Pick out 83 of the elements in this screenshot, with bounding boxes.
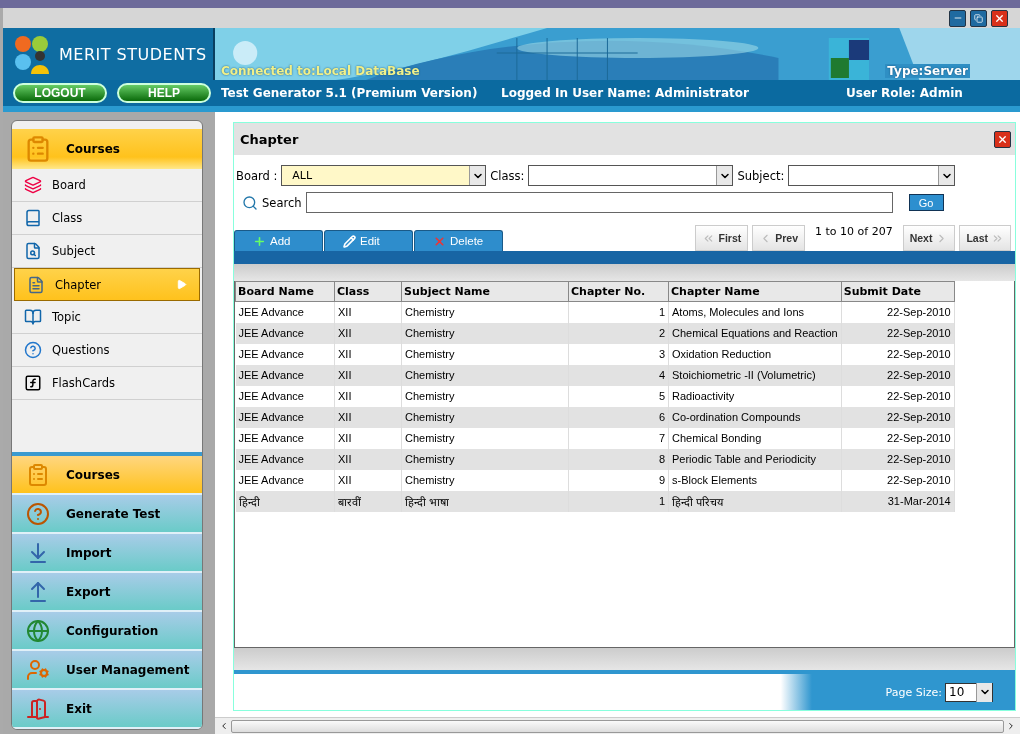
server-type: Type:Server — [885, 64, 970, 78]
sidebar-item[interactable]: Chapter — [14, 268, 200, 301]
category-button[interactable]: Export — [12, 573, 202, 612]
filter-label: Class: — [490, 168, 525, 183]
table-cell: JEE Advance — [235, 301, 335, 323]
panel-title: Chapter — [240, 131, 299, 147]
table-cell: JEE Advance — [235, 322, 335, 344]
layers-icon — [24, 176, 42, 194]
category-button[interactable]: Generate Test — [12, 495, 202, 534]
left-icon — [219, 721, 229, 731]
globe-icon — [26, 618, 50, 643]
table-cell: JEE Advance — [235, 469, 335, 491]
close-button[interactable] — [991, 9, 1008, 27]
sidebar-item[interactable]: Class — [12, 202, 202, 235]
page-range: 1 to 10 of 207 — [814, 225, 894, 238]
section-header: Courses — [12, 129, 202, 169]
category-button[interactable]: Exit — [12, 690, 202, 729]
cross-icon — [433, 234, 446, 248]
category-button[interactable]: Import — [12, 534, 202, 573]
first-button[interactable]: First — [695, 225, 749, 251]
right-icon — [1006, 721, 1016, 731]
action-tab[interactable]: Add — [234, 230, 323, 251]
table-cell: हिन्दी — [235, 490, 335, 512]
close-icon — [997, 133, 1008, 145]
prev-button[interactable]: Prev — [752, 225, 805, 251]
last-button[interactable]: Last — [959, 225, 1011, 251]
door-icon — [26, 696, 50, 721]
table-cell: JEE Advance — [235, 364, 335, 386]
table-cell: JEE Advance — [235, 343, 335, 365]
table-cell: JEE Advance — [235, 448, 335, 470]
go-button[interactable]: Go — [908, 194, 944, 211]
column-header[interactable]: Subject Name — [401, 281, 569, 302]
next-button[interactable]: Next — [902, 225, 956, 251]
category-button[interactable]: User Management — [12, 651, 202, 690]
play-icon — [176, 279, 187, 290]
column-header[interactable]: Submit Date — [841, 281, 955, 302]
horizontal-scrollbar[interactable] — [215, 717, 1020, 734]
filter-label: Board : — [236, 168, 278, 183]
brand-name: MERIT STUDENTS — [59, 44, 207, 64]
table-cell: JEE Advance — [235, 385, 335, 407]
book-icon — [24, 209, 42, 227]
function-icon — [24, 374, 42, 392]
sidebar-item[interactable]: Questions — [12, 334, 202, 367]
app-version: Test Generator 5.1 (Premium Version) — [221, 86, 479, 100]
column-header[interactable]: Chapter Name — [668, 281, 842, 302]
action-tab[interactable]: Delete — [414, 230, 503, 251]
filter-dropdown[interactable] — [788, 165, 956, 186]
table-cell: JEE Advance — [235, 406, 335, 428]
sidebar-item[interactable]: Board — [12, 169, 202, 202]
table-cell: JEE Advance — [235, 427, 335, 449]
minimize-button[interactable] — [949, 9, 966, 27]
page-size-dropdown[interactable]: 10 — [945, 682, 993, 702]
column-header[interactable]: Class — [334, 281, 402, 302]
category-button[interactable]: Courses — [12, 456, 202, 495]
question-icon — [26, 501, 50, 526]
close-button[interactable] — [994, 130, 1011, 148]
sidebar-item[interactable]: Topic — [12, 301, 202, 334]
column-header[interactable]: Board Name — [235, 281, 335, 302]
connection-status: Connected to:Local DataBase — [221, 64, 420, 78]
clipboard-icon — [26, 462, 50, 487]
column-header[interactable]: Chapter No. — [568, 281, 669, 302]
search-icon — [242, 194, 258, 211]
user-role: User Role: Admin — [846, 86, 964, 100]
user-icon — [26, 657, 50, 682]
sidebar-item[interactable]: FlashCards — [12, 367, 202, 400]
filter-dropdown[interactable] — [528, 165, 734, 186]
page-size-label: Page Size: — [885, 685, 942, 699]
search-field[interactable] — [305, 192, 893, 213]
file-icon — [27, 275, 45, 294]
search-label: Search — [262, 195, 302, 210]
question-icon — [24, 341, 42, 359]
close-icon — [994, 12, 1005, 24]
category-button[interactable]: Configuration — [12, 612, 202, 651]
open-book-icon — [24, 308, 42, 326]
file-search-icon — [24, 242, 42, 260]
restore-button[interactable] — [970, 9, 987, 27]
restore-icon — [974, 13, 983, 23]
logged-in-user: Logged In User Name: Administrator — [501, 86, 750, 100]
filter-dropdown[interactable]: ALL — [281, 165, 487, 186]
pencil-icon — [343, 234, 356, 248]
filter-label: Subject: — [737, 168, 785, 183]
plus-icon — [253, 234, 266, 248]
action-tab[interactable]: Edit — [324, 230, 413, 251]
